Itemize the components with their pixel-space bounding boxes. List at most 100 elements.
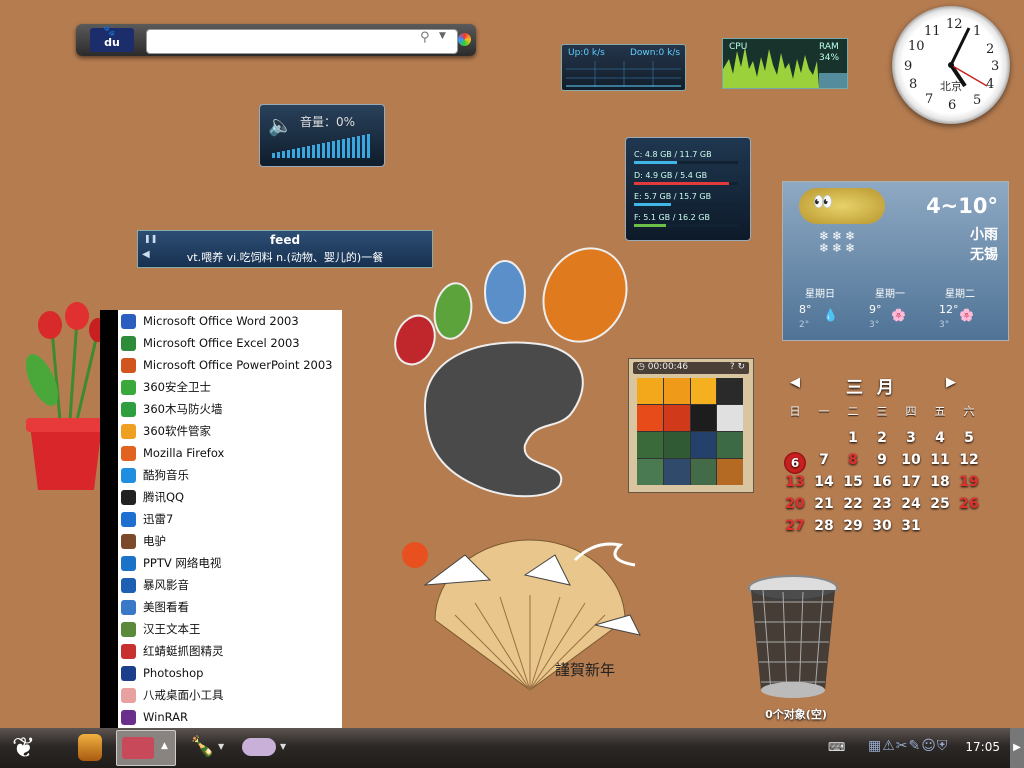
calendar-day[interactable]: 28 <box>813 518 835 534</box>
gnome-start-icon[interactable]: ❦ <box>12 731 35 765</box>
puzzle-tile[interactable] <box>690 405 717 431</box>
calendar-today[interactable]: 6 <box>784 452 806 474</box>
menu-item-label: Mozilla Firefox <box>143 446 225 460</box>
toolbox-task-button[interactable]: ▲ <box>116 730 176 766</box>
next-month-button[interactable]: ▶ <box>946 375 956 390</box>
menu-item[interactable]: Microsoft Office PowerPoint 2003 <box>118 354 342 376</box>
menu-item[interactable]: 360安全卫士 <box>118 376 342 398</box>
menu-item[interactable]: 360木马防火墙 <box>118 398 342 420</box>
puzzle-grid[interactable] <box>637 378 743 485</box>
puzzle-help-icon[interactable]: ? ↻ <box>730 362 745 372</box>
menu-item[interactable]: Mozilla Firefox <box>118 442 342 464</box>
jar-app-icon[interactable] <box>78 734 102 761</box>
lips-icon[interactable] <box>242 738 276 756</box>
calendar-day[interactable]: 23 <box>871 496 893 512</box>
calendar-day[interactable]: 4 <box>929 430 951 446</box>
calendar-day[interactable]: 14 <box>813 474 835 490</box>
calendar-day[interactable]: 20 <box>784 496 806 512</box>
calendar-day[interactable]: 5 <box>958 430 980 446</box>
forecast-low: 3° <box>869 320 880 330</box>
engine-switch-icon[interactable] <box>458 33 471 46</box>
calendar-day[interactable]: 22 <box>842 496 864 512</box>
menu-item-label: WinRAR <box>143 710 188 724</box>
menu-item[interactable]: 汉王文本王 <box>118 618 342 640</box>
puzzle-tile[interactable] <box>663 378 690 404</box>
calendar-day[interactable]: 10 <box>900 452 922 468</box>
calendar-day[interactable]: 16 <box>871 474 893 490</box>
calendar-day[interactable]: 27 <box>784 518 806 534</box>
calendar-day[interactable]: 29 <box>842 518 864 534</box>
puzzle-tile[interactable] <box>717 405 743 431</box>
rain-icon: ❄❄❄ ❄❄❄ <box>819 229 859 255</box>
calendar-day[interactable]: 19 <box>958 474 980 490</box>
menu-item-label: Microsoft Office Word 2003 <box>143 314 299 328</box>
calendar-day[interactable]: 12 <box>958 452 980 468</box>
chevron-down-icon[interactable]: ▼ <box>280 742 286 751</box>
calendar-day[interactable]: 21 <box>813 496 835 512</box>
calendar-day[interactable]: 30 <box>871 518 893 534</box>
calendar-day[interactable]: 25 <box>929 496 951 512</box>
rain-small-icon: 💧 <box>823 308 838 322</box>
menu-item[interactable]: Microsoft Office Excel 2003 <box>118 332 342 354</box>
puzzle-tile[interactable] <box>663 432 690 458</box>
calendar-day[interactable]: 1 <box>842 430 864 446</box>
search-input[interactable] <box>146 29 458 54</box>
menu-item[interactable]: 腾讯QQ <box>118 486 342 508</box>
puzzle-tile[interactable] <box>717 378 743 404</box>
puzzle-tile[interactable] <box>717 432 743 458</box>
prev-month-button[interactable]: ◀ <box>790 375 800 390</box>
puzzle-tile[interactable] <box>637 432 663 458</box>
menu-item[interactable]: 暴风影音 <box>118 574 342 596</box>
calendar-day[interactable]: 3 <box>900 430 922 446</box>
search-icon[interactable]: ⚲ <box>420 30 430 45</box>
calendar-day[interactable]: 13 <box>784 474 806 490</box>
menu-item[interactable]: 酷狗音乐 <box>118 464 342 486</box>
disk-d-bar <box>634 182 738 185</box>
keyboard-icon[interactable]: ⌨ <box>828 740 845 754</box>
trash-bin-icon[interactable] <box>743 572 843 704</box>
menu-item[interactable]: WinRAR <box>118 706 342 728</box>
menu-item[interactable]: 红蜻蜓抓图精灵 <box>118 640 342 662</box>
calendar-day[interactable]: 8 <box>842 452 864 468</box>
ram-label: RAM <box>819 42 839 52</box>
puzzle-tile[interactable] <box>637 459 663 485</box>
calendar-day[interactable]: 7 <box>813 452 835 468</box>
puzzle-tile[interactable] <box>637 405 663 431</box>
menu-item[interactable]: Photoshop <box>118 662 342 684</box>
puzzle-tile[interactable] <box>690 378 717 404</box>
calendar-day[interactable]: 26 <box>958 496 980 512</box>
menu-item[interactable]: 迅雷7 <box>118 508 342 530</box>
puzzle-tile[interactable] <box>637 378 663 404</box>
menu-item[interactable]: 八戒桌面小工具 <box>118 684 342 706</box>
cloud-icon <box>799 188 885 224</box>
calendar-day[interactable]: 17 <box>900 474 922 490</box>
menu-item[interactable]: PPTV 网络电视 <box>118 552 342 574</box>
volume-slider[interactable] <box>272 133 376 159</box>
dropdown-arrow-icon[interactable]: ▼ <box>439 31 446 41</box>
puzzle-tile[interactable] <box>663 459 690 485</box>
calendar-day[interactable]: 15 <box>842 474 864 490</box>
menu-item[interactable]: 360软件管家 <box>118 420 342 442</box>
app-icon <box>121 467 136 483</box>
menu-item[interactable]: 电驴 <box>118 530 342 552</box>
menu-item-label: Microsoft Office Excel 2003 <box>143 336 300 350</box>
calendar-day[interactable]: 11 <box>929 452 951 468</box>
menu-item[interactable]: Microsoft Office Word 2003 <box>118 310 342 332</box>
bottle-icon[interactable]: 🍾 <box>190 734 215 758</box>
forecast-day: 星期日 <box>805 289 835 300</box>
puzzle-tile[interactable] <box>663 405 690 431</box>
weather-widget: 👀 ❄❄❄ ❄❄❄ 4~10° 小雨 无锡 星期日 星期一 星期二 8° 9° 1… <box>782 181 1009 341</box>
calendar-day[interactable]: 31 <box>900 518 922 534</box>
show-desktop-button[interactable]: ▶ <box>1010 728 1024 768</box>
calendar-day[interactable]: 9 <box>871 452 893 468</box>
puzzle-tile[interactable] <box>717 459 743 485</box>
calendar-day[interactable]: 2 <box>871 430 893 446</box>
taskbar-clock[interactable]: 17:05 <box>965 740 1000 754</box>
calendar-day[interactable]: 18 <box>929 474 951 490</box>
calendar-day[interactable]: 24 <box>900 496 922 512</box>
chevron-down-icon[interactable]: ▼ <box>218 742 224 751</box>
puzzle-tile[interactable] <box>690 432 717 458</box>
puzzle-tile[interactable] <box>690 459 717 485</box>
menu-item[interactable]: 美图看看 <box>118 596 342 618</box>
tray-icons[interactable]: ▦⚠✂✎☺⛨ <box>868 738 948 754</box>
